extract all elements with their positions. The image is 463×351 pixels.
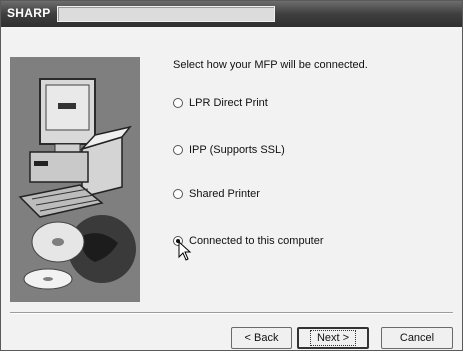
- option-shared-printer[interactable]: Shared Printer: [173, 188, 260, 200]
- cancel-button-label: Cancel: [399, 332, 435, 344]
- radio-ipp-supports-ssl[interactable]: [173, 145, 183, 155]
- cancel-button[interactable]: Cancel: [381, 327, 453, 349]
- option-lpr-direct-print[interactable]: LPR Direct Print: [173, 97, 268, 109]
- setup-dialog: SHARP Select how your MFP will be connec…: [0, 0, 463, 351]
- mouse-pointer-icon: [178, 241, 192, 261]
- option-label: Shared Printer: [189, 188, 260, 200]
- radio-lpr-direct-print[interactable]: [173, 98, 183, 108]
- back-button-label: < Back: [244, 332, 279, 344]
- title-field: [57, 6, 275, 22]
- connection-prompt: Select how your MFP will be connected.: [173, 59, 368, 71]
- option-label: IPP (Supports SSL): [189, 144, 285, 156]
- back-button[interactable]: < Back: [231, 327, 292, 349]
- title-bar: SHARP: [1, 1, 462, 27]
- footer-divider: [10, 312, 453, 314]
- next-button[interactable]: Next >: [297, 327, 369, 349]
- option-label: Connected to this computer: [189, 235, 324, 247]
- computer-and-discs-illustration: [10, 57, 140, 302]
- option-connected-to-this-computer[interactable]: Connected to this computer: [173, 235, 324, 247]
- option-label: LPR Direct Print: [189, 97, 268, 109]
- radio-shared-printer[interactable]: [173, 189, 183, 199]
- option-ipp-supports-ssl[interactable]: IPP (Supports SSL): [173, 144, 285, 156]
- window-brand: SHARP: [7, 6, 51, 20]
- next-button-label: Next >: [309, 330, 357, 346]
